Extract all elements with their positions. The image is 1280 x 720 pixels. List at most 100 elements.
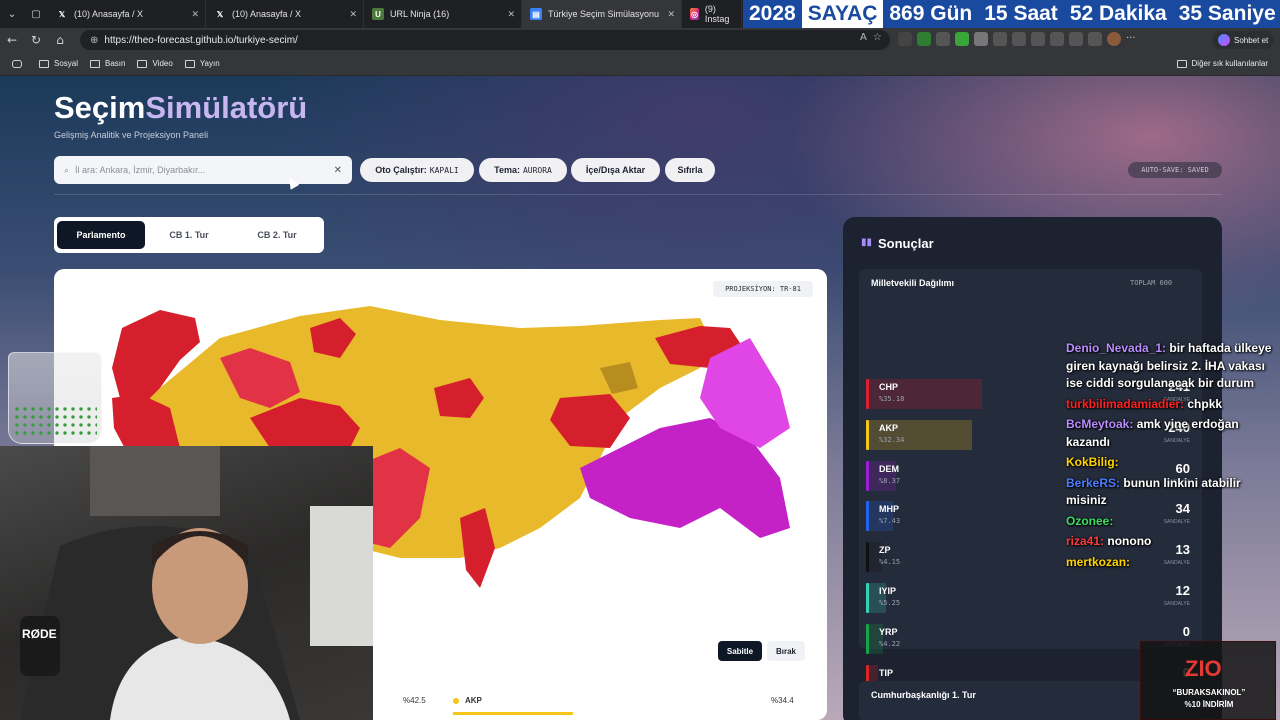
party-color-dot (453, 698, 459, 704)
extension-icon[interactable] (898, 32, 912, 46)
chat-username: Ozonee: (1066, 513, 1114, 528)
projection-badge: PROJEKSİYON: TR-81 (713, 281, 813, 297)
folder-icon (39, 59, 49, 68)
tab-title: (10) Anasayfa / X (74, 9, 144, 19)
chat-text: chpkk (1187, 396, 1223, 411)
x-logo-icon: 𝕏 (216, 9, 224, 19)
counter-minutes: 52 Dakika (1069, 2, 1167, 25)
party-name: YRP (879, 626, 898, 637)
instagram-icon: ◎ (690, 8, 699, 20)
bookmark-label: Sosyal (54, 59, 79, 68)
split-screen-icon[interactable] (1012, 32, 1026, 46)
pill-label: İçe/Dışa Aktar (585, 165, 646, 175)
extensions-puzzle-icon[interactable] (1031, 32, 1045, 46)
browser-tab[interactable]: ◎ (9) Instag (682, 0, 742, 28)
party-percent: %35.18 (879, 395, 905, 403)
collections-icon[interactable] (1069, 32, 1083, 46)
tab-menu-chevron-icon[interactable]: ⌄ (0, 3, 24, 25)
extension-icon[interactable] (955, 32, 969, 46)
browser-essentials-icon[interactable] (1088, 32, 1102, 46)
profile-avatar[interactable] (1107, 32, 1121, 46)
chat-message: riza41: nonono (1066, 533, 1276, 551)
tab-parlamento[interactable]: Parlamento (57, 221, 145, 249)
tip-tokens (13, 405, 97, 435)
bookmark-folder-basin[interactable]: Basın (90, 59, 125, 68)
counter-seconds: 35 Saniye (1178, 2, 1276, 25)
browser-tab[interactable]: 𝕏 (10) Anasayfa / X ✕ (206, 0, 364, 28)
favorite-star-icon[interactable]: ☆ (873, 32, 882, 43)
title-part: Seçim (54, 90, 146, 125)
tab-title: Türkiye Seçim Simülasyonu (548, 9, 660, 19)
reload-icon[interactable]: ↻ (24, 33, 48, 47)
theme-toggle[interactable]: Tema: AURORA (479, 158, 567, 182)
tab-cb-1-tur[interactable]: CB 1. Tur (145, 221, 233, 249)
wall-frames (90, 446, 220, 516)
microphone (20, 616, 60, 676)
back-icon[interactable]: ← (0, 33, 24, 47)
auto-run-toggle[interactable]: Oto Çalıştır: KAPALI (360, 158, 474, 182)
folder-icon (137, 59, 148, 68)
vote-slider-track[interactable] (453, 712, 573, 715)
site-info-icon[interactable]: ⊕ (90, 35, 98, 46)
close-tab-icon[interactable]: ✕ (349, 9, 357, 20)
bookmark-folder-video[interactable]: Video (137, 59, 173, 68)
party-percent: %7.43 (879, 517, 901, 526)
chat-username: KokBilig: (1066, 455, 1119, 469)
extension-icon[interactable] (974, 32, 988, 46)
import-export-button[interactable]: İçe/Dışa Aktar (571, 158, 660, 182)
pill-value: AURORA (522, 165, 552, 175)
close-tab-icon[interactable]: ✕ (191, 9, 199, 20)
extension-icon[interactable] (936, 32, 950, 46)
slider-percent: %42.5 (403, 696, 426, 705)
page-title: SeçimSimülatörü (54, 90, 307, 126)
seat-label: SANDALYE (1163, 601, 1190, 607)
home-icon[interactable]: ⌂ (48, 33, 72, 47)
title-part: Simülatörü (145, 90, 308, 125)
read-aloud-icon[interactable]: A (860, 32, 867, 43)
reset-button[interactable]: Sıfırla (665, 158, 715, 182)
chat-message: turkbilimadamiadier: chpkk (1066, 396, 1276, 414)
tab-cb-2-tur[interactable]: CB 2. Tur (233, 221, 321, 249)
extension-icon[interactable] (917, 32, 931, 46)
chat-username: turkbilimadamiadier: (1066, 396, 1185, 411)
workspaces-icon[interactable]: ▢ (24, 3, 48, 25)
folder-icon (184, 59, 195, 68)
tip-jar-glass-icon (8, 352, 102, 444)
copilot-chat-button[interactable]: Sohbet et (1212, 31, 1275, 49)
party-seats: 12 (1175, 583, 1190, 598)
bookmark-folder-yayin[interactable]: Yayın (184, 59, 220, 68)
favorites-icon[interactable] (1050, 32, 1064, 46)
party-percent: %4.15 (879, 558, 901, 567)
extension-icon[interactable] (993, 32, 1007, 46)
browser-tab[interactable]: 𝕏 (10) Anasayfa / X ✕ (48, 0, 206, 28)
other-bookmarks[interactable]: Diğer sık kullanılanlar (1176, 59, 1268, 68)
party-name: MHP (879, 504, 899, 515)
browser-tab-active[interactable]: ▤ Türkiye Seçim Simülasyonu ✕ (522, 0, 682, 28)
sidebar-toggle-icon[interactable] (12, 59, 27, 68)
card-title: Cumhurbaşkanlığı 1. Tur (871, 690, 976, 700)
seat-distribution-title: Milletvekili Dağılımı (871, 278, 955, 288)
pill-label: Oto Çalıştır: (375, 165, 427, 175)
browser-tab[interactable]: U URL Ninja (16) ✕ (364, 0, 522, 28)
party-percent: %5.25 (879, 599, 901, 607)
bookmarks-bar: Sosyal Basın Video Yayın Diğer sık kulla… (0, 52, 1280, 76)
pin-button[interactable]: Sabitle (718, 641, 762, 661)
chat-username: Denio_Nevada_1: (1066, 341, 1167, 355)
party-row-iyip[interactable]: IYIP %5.25 12 SANDALYE (866, 583, 1196, 617)
bookmark-label: Basın (105, 59, 126, 68)
party-name: DEM (879, 463, 899, 474)
more-menu-icon[interactable]: ··· (1126, 32, 1140, 46)
chat-username: riza41: (1066, 534, 1105, 548)
chat-message: KokBilig: (1066, 454, 1276, 472)
chat-text: nonono (1107, 534, 1152, 548)
bookmark-folder-sosyal[interactable]: Sosyal (39, 59, 78, 68)
bar-chart-icon: ▮▮ (861, 237, 873, 248)
autosave-status-badge: AUTO-SAVE: SAVED (1128, 162, 1222, 178)
close-tab-icon[interactable]: ✕ (667, 9, 675, 20)
clear-search-icon[interactable]: ✕ (334, 165, 342, 176)
party-percent: %8.37 (879, 476, 901, 485)
province-search-input[interactable]: ⌕ İl ara: Ankara, İzmir, Diyarbakır... ✕ (54, 156, 352, 184)
close-tab-icon[interactable]: ✕ (507, 9, 515, 20)
address-bar[interactable]: ⊕ https://theo-forecast.github.io/turkiy… (80, 30, 890, 50)
release-button[interactable]: Bırak (767, 641, 805, 661)
